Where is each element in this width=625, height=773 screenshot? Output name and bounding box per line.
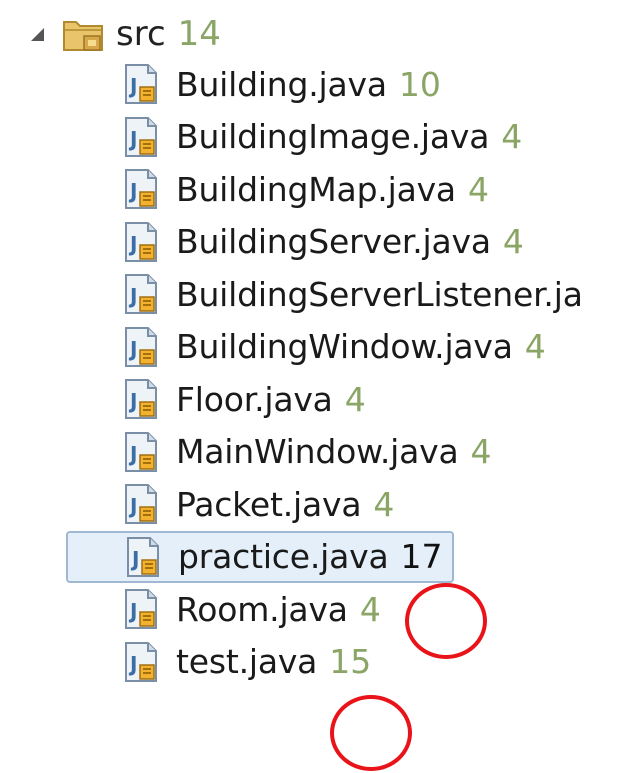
file-count: 4 [359,589,381,629]
java-file-icon: J [125,641,157,682]
file-count: 15 [329,642,372,681]
svg-text:J: J [128,127,137,151]
file-item-body[interactable]: J Floor.java 4 [120,378,366,420]
file-count: 4 [524,327,546,366]
tree-file-item[interactable]: Jpractice.java 17 [66,530,455,583]
file-count: 4 [373,484,395,524]
file-item-body[interactable]: J MainWindow.java 4 [120,431,492,473]
java-file-icon: J [125,116,157,157]
tree-file-item[interactable]: Jtest.java 15 [120,637,371,687]
svg-text:J: J [130,547,139,571]
red-annotation-circle [405,583,487,659]
java-file-icon: J [125,274,157,314]
file-count: 4 [501,117,523,156]
tree-file-item[interactable]: J Floor.java 4 [120,374,366,424]
tree-file-item[interactable]: J Room.java 4 [120,584,381,634]
file-name: BuildingWindow.java [176,327,513,366]
file-count: 4 [467,169,489,209]
file-item-body[interactable]: J BuildingMap.java 4 [120,168,489,210]
file-item-body[interactable]: J Room.java 4 [120,588,381,630]
file-item-body[interactable]: J BuildingServerListener.ja [120,273,583,315]
tree-file-item[interactable]: J BuildingServer.java 4 [120,217,524,267]
file-name: MainWindow.java [176,432,459,471]
tree-file-item[interactable]: J BuildingImage.java 4 [120,112,522,162]
file-count: 17 [400,537,443,576]
file-count: 4 [470,432,492,471]
file-item-body[interactable]: J BuildingImage.java 4 [120,116,522,158]
file-name: Room.java [176,589,348,629]
java-file-icon: J [125,169,157,209]
file-name: BuildingImage.java [176,117,490,156]
svg-text:J: J [128,337,137,361]
tree-node-src[interactable]: src 14 [28,8,221,60]
file-item-body[interactable]: Jpractice.java 17 [66,530,455,583]
svg-text:J: J [128,652,137,676]
svg-text:J: J [128,442,137,466]
file-item-body[interactable]: J Building.java 10 [120,63,441,105]
java-file-icon: J [125,379,157,419]
file-item-body[interactable]: Jtest.java 15 [120,641,371,683]
tree-node-count: 14 [177,14,221,54]
svg-text:J: J [128,232,137,256]
svg-text:J: J [128,494,137,518]
tree-file-item[interactable]: J MainWindow.java 4 [120,427,492,477]
file-item-body[interactable]: J Packet.java 4 [120,483,394,525]
file-name: Floor.java [176,379,333,419]
package-explorer-tree: src 14 J Building.java 10 J BuildingImage.ja… [0,0,625,773]
file-name: Building.java [176,64,387,104]
tree-file-item[interactable]: J Building.java 10 [120,59,441,109]
java-file-icon: J [125,431,157,472]
java-file-icon: J [127,536,159,577]
file-name: Packet.java [176,484,362,524]
java-file-icon: J [125,326,157,367]
svg-text:J: J [128,74,137,98]
package-folder-icon [63,21,103,51]
tree-file-item[interactable]: J BuildingServerListener.ja [120,269,583,319]
java-file-icon: J [125,64,157,104]
java-file-icon: J [125,484,157,524]
java-file-icon: J [125,589,157,629]
svg-text:J: J [128,389,137,413]
file-name: BuildingMap.java [176,169,456,209]
expanded-arrow-icon[interactable] [28,25,46,43]
tree-file-item[interactable]: J BuildingWindow.java 4 [120,322,546,372]
file-item-body[interactable]: J BuildingWindow.java 4 [120,326,546,368]
tree-node-label: src [116,14,166,54]
file-count: 4 [344,379,366,419]
tree-file-item[interactable]: J Packet.java 4 [120,479,394,529]
file-name: practice.java [178,537,389,576]
svg-text:J: J [128,284,137,308]
svg-text:J: J [128,599,137,623]
file-count: 4 [502,222,524,261]
file-name: BuildingServerListener.ja [176,274,583,314]
red-annotation-circle [330,695,412,771]
file-count: 10 [398,64,441,104]
java-file-icon: J [125,221,157,262]
file-name: BuildingServer.java [176,222,491,261]
svg-text:J: J [128,179,137,203]
tree-file-item[interactable]: J BuildingMap.java 4 [120,164,489,214]
file-item-body[interactable]: J BuildingServer.java 4 [120,221,524,263]
file-name: test.java [176,642,318,681]
